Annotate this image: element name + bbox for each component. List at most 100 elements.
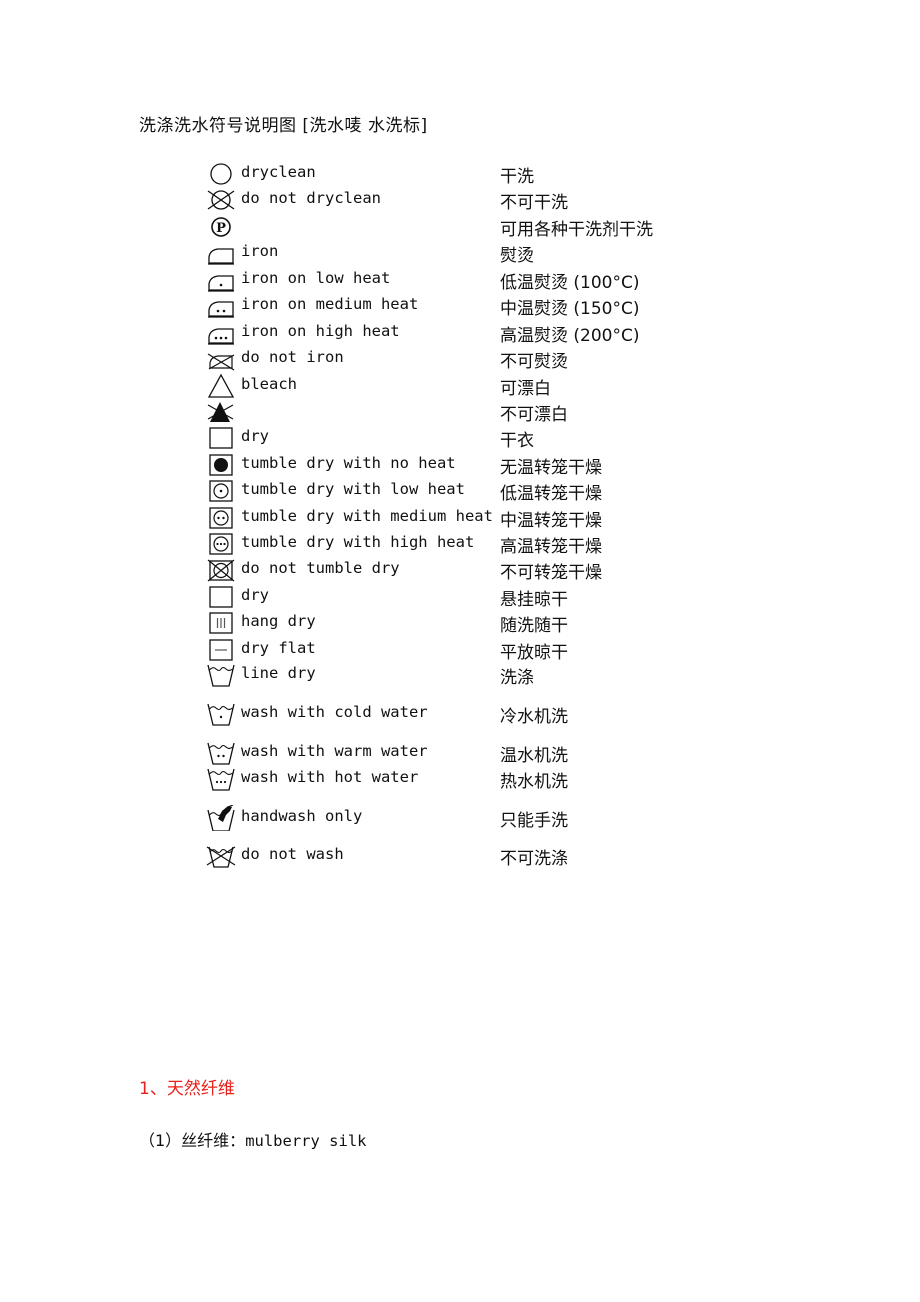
do-not-tumble-dry-icon [206, 557, 236, 583]
symbol-english-label: dry [241, 427, 269, 445]
symbol-chinese-label: 中温熨烫 (150°C) [500, 299, 640, 319]
symbol-english-label: iron on medium heat [241, 295, 419, 313]
hang-dry-icon [206, 610, 236, 636]
symbol-chinese-label: 不可熨烫 [500, 352, 568, 372]
symbol-row: wash with cold water 冷水机洗 [206, 701, 686, 727]
symbol-chinese-label: 干衣 [500, 431, 534, 451]
symbol-chinese-label: 热水机洗 [500, 772, 568, 792]
symbol-english-label: do not wash [241, 845, 344, 863]
symbol-chinese-label: 高温转笼干燥 [500, 537, 602, 557]
symbol-english-label: dry [241, 586, 269, 604]
tumble-dry-no-heat-icon [206, 452, 236, 478]
symbol-chinese-label: 不可漂白 [500, 405, 568, 425]
subheading-term: mulberry silk [245, 1132, 367, 1150]
subheading-prefix: （1）丝纤维： [139, 1131, 246, 1150]
symbol-english-label: dryclean [241, 163, 316, 181]
symbol-chinese-label: 中温转笼干燥 [500, 511, 602, 531]
symbol-row: dry 悬挂晾干 [206, 584, 686, 610]
tumble-dry-low-heat-icon [206, 478, 236, 504]
symbol-chinese-label: 干洗 [500, 167, 534, 187]
symbol-chinese-label: 低温转笼干燥 [500, 484, 602, 504]
symbol-row: do not wash 不可洗涤 [206, 843, 686, 869]
symbol-row: line dry 洗涤 [206, 662, 686, 688]
tumble-dry-medium-heat-icon [206, 505, 236, 531]
symbol-row: do not dryclean 不可干洗 [206, 187, 686, 213]
symbol-chinese-label: 只能手洗 [500, 811, 568, 831]
symbol-row: do not iron 不可熨烫 [206, 346, 686, 372]
section-heading: 1、天然纤维 [139, 1079, 235, 1099]
symbol-chinese-label: 不可转笼干燥 [500, 563, 602, 583]
wash-warm-icon [206, 740, 236, 766]
symbol-chinese-label: 不可干洗 [500, 193, 568, 213]
symbol-chinese-label: 悬挂晾干 [500, 590, 568, 610]
symbol-row: iron on medium heat 中温熨烫 (150°C) [206, 293, 686, 319]
symbol-row: tumble dry with no heat 无温转笼干燥 [206, 452, 686, 478]
bleach-triangle-icon [206, 373, 236, 399]
symbol-row: dry flat 平放晾干 [206, 637, 686, 663]
symbol-english-label: iron [241, 242, 279, 260]
symbol-english-label: hang dry [241, 612, 316, 630]
symbol-chinese-label: 不可洗涤 [500, 849, 568, 869]
symbol-english-label: do not dryclean [241, 189, 381, 207]
dry-flat-icon [206, 637, 236, 663]
symbol-english-label: do not tumble dry [241, 559, 400, 577]
symbol-row: bleach 可漂白 [206, 373, 686, 399]
handwash-icon [206, 805, 236, 831]
symbol-row: iron on high heat 高温熨烫 (200°C) [206, 320, 686, 346]
symbol-english-label: wash with warm water [241, 742, 428, 760]
dryclean-p-circle-icon: P [206, 214, 236, 240]
symbol-english-label: iron on low heat [241, 269, 391, 287]
iron-low-heat-icon [206, 267, 236, 293]
symbol-chinese-label: 低温熨烫 (100°C) [500, 273, 640, 293]
symbol-chinese-label: 洗涤 [500, 668, 534, 688]
iron-high-heat-icon [206, 320, 236, 346]
symbol-row: iron on low heat 低温熨烫 (100°C) [206, 267, 686, 293]
symbol-row: 不可漂白 [206, 399, 686, 425]
symbol-chinese-label: 熨烫 [500, 246, 534, 266]
symbol-english-label: dry flat [241, 639, 316, 657]
dryclean-circle-icon [206, 161, 236, 187]
symbol-english-label: do not iron [241, 348, 344, 366]
symbol-row: tumble dry with low heat 低温转笼干燥 [206, 478, 686, 504]
symbol-chinese-label: 随洗随干 [500, 616, 568, 636]
symbol-english-label: tumble dry with medium heat [241, 507, 493, 525]
symbol-english-label: iron on high heat [241, 322, 400, 340]
iron-medium-heat-icon [206, 293, 236, 319]
iron-icon [206, 240, 236, 266]
symbol-chinese-label: 冷水机洗 [500, 707, 568, 727]
do-not-bleach-icon [206, 399, 236, 425]
subheading: （1）丝纤维：mulberry silk [139, 1127, 367, 1151]
symbol-row: tumble dry with medium heat 中温转笼干燥 [206, 505, 686, 531]
symbol-row: hang dry 随洗随干 [206, 610, 686, 636]
dry-square-icon [206, 584, 236, 610]
symbol-english-label: handwash only [241, 807, 363, 825]
do-not-dryclean-icon [206, 187, 236, 213]
svg-text:P: P [216, 221, 226, 236]
symbol-row: dryclean 干洗 [206, 161, 686, 187]
symbol-english-label: wash with hot water [241, 768, 419, 786]
wash-tub-icon [206, 662, 236, 688]
wash-cold-icon [206, 701, 236, 727]
dry-square-icon [206, 425, 236, 451]
symbol-chinese-label: 可用各种干洗剂干洗 [500, 220, 653, 240]
symbol-english-label: tumble dry with high heat [241, 533, 475, 551]
symbol-row: P 可用各种干洗剂干洗 [206, 214, 686, 240]
symbol-english-label: wash with cold water [241, 703, 428, 721]
do-not-wash-icon [206, 843, 236, 869]
wash-hot-icon [206, 766, 236, 792]
symbol-english-label: tumble dry with no heat [241, 454, 456, 472]
symbol-chinese-label: 平放晾干 [500, 643, 568, 663]
symbol-chinese-label: 高温熨烫 (200°C) [500, 326, 640, 346]
symbol-english-label: line dry [241, 664, 316, 682]
document-title: 洗涤洗水符号说明图 [洗水唛 水洗标] [139, 116, 428, 136]
symbol-row: do not tumble dry 不可转笼干燥 [206, 557, 686, 583]
symbol-row: dry 干衣 [206, 425, 686, 451]
symbol-chinese-label: 可漂白 [500, 379, 551, 399]
symbol-row: iron 熨烫 [206, 240, 686, 266]
symbol-english-label: tumble dry with low heat [241, 480, 465, 498]
symbol-chinese-label: 无温转笼干燥 [500, 458, 602, 478]
symbol-english-label: bleach [241, 375, 297, 393]
tumble-dry-high-heat-icon [206, 531, 236, 557]
do-not-iron-icon [206, 346, 236, 372]
symbol-row: tumble dry with high heat 高温转笼干燥 [206, 531, 686, 557]
